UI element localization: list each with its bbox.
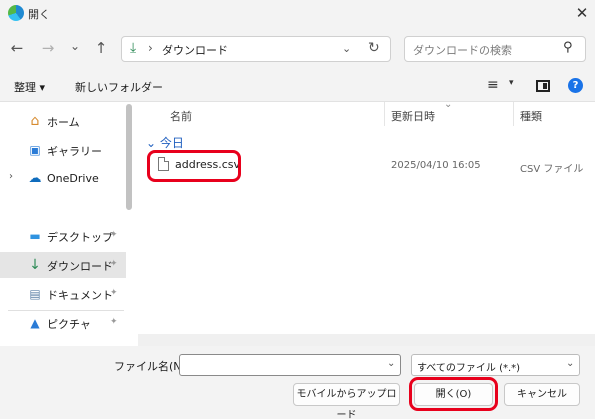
sidebar-scrollbar[interactable] — [126, 104, 132, 210]
refresh-icon[interactable]: ↻ — [368, 40, 380, 56]
view-dropdown-icon[interactable]: ▾ — [509, 78, 514, 88]
forward-arrow-icon[interactable]: → — [37, 37, 59, 59]
document-icon: ▤ — [29, 287, 41, 301]
expand-chevron-icon[interactable]: › — [9, 171, 13, 182]
up-arrow-icon[interactable]: ↑ — [90, 37, 112, 59]
sidebar-item-home[interactable]: ⌂ ホーム — [0, 108, 126, 134]
new-folder-button[interactable]: 新しいフォルダー — [75, 79, 163, 95]
edge-browser-icon — [8, 5, 24, 21]
breadcrumb-chevron-icon[interactable]: › — [148, 41, 153, 55]
pin-icon: ✦ — [110, 259, 118, 269]
sidebar-item-label: デスクトップ — [47, 231, 113, 244]
recent-locations-icon[interactable]: ⌄ — [64, 35, 86, 57]
pin-icon: ✦ — [110, 230, 118, 240]
gallery-icon: ▣ — [29, 143, 41, 157]
filename-field[interactable]: ⌄ — [179, 354, 401, 376]
view-options-icon[interactable]: ≡ — [487, 77, 499, 93]
file-type: CSV ファイル — [520, 164, 584, 175]
pin-icon: ✦ — [110, 317, 118, 327]
download-icon: ⤓ — [130, 40, 137, 56]
sidebar-item-pictures[interactable]: ▲ ピクチャ ✦ — [0, 310, 126, 336]
sidebar-item-gallery[interactable]: ▣ ギャラリー — [0, 137, 126, 163]
sidebar-item-label: ホーム — [47, 116, 80, 129]
search-input[interactable]: ダウンロードの検索 ⚲ — [404, 36, 586, 62]
picture-icon: ▲ — [30, 316, 40, 330]
home-icon: ⌂ — [30, 113, 40, 129]
cancel-button[interactable]: キャンセル — [504, 383, 580, 406]
window-title: 開く — [28, 8, 50, 21]
upload-from-mobile-button[interactable]: モバイルからアップロード — [293, 383, 400, 419]
horizontal-scrollbar[interactable] — [138, 334, 595, 346]
file-list: 名前 ⌄ 更新日時 種類 ⌄ 今日 address.csv 2025/04/10… — [138, 99, 595, 334]
column-header-name[interactable]: 名前 — [170, 102, 192, 128]
breadcrumb-location[interactable]: ダウンロード — [162, 42, 228, 58]
search-icon[interactable]: ⚲ — [563, 40, 573, 55]
filetype-value: すべてのファイル (*.*) — [417, 363, 521, 374]
organize-menu[interactable]: 整理 ▾ — [14, 79, 45, 95]
pin-icon: ✦ — [110, 288, 118, 298]
filetype-dropdown-icon[interactable]: ⌄ — [566, 358, 574, 369]
navigation-pane: ⌂ ホーム ▣ ギャラリー › ☁ OneDrive ▬ デスクトップ ✦ ↓ … — [0, 102, 132, 346]
file-modified: 2025/04/10 16:05 — [391, 160, 481, 171]
highlight-open-annotation — [409, 377, 498, 411]
column-header-modified[interactable]: 更新日時 — [391, 102, 435, 128]
group-header-today[interactable]: ⌄ 今日 — [146, 134, 184, 151]
sidebar-item-label: ドキュメント — [47, 289, 113, 302]
desktop-icon: ▬ — [29, 229, 41, 243]
sidebar-item-label: ギャラリー — [47, 145, 102, 158]
sidebar-item-label: OneDrive — [47, 172, 99, 185]
command-toolbar: 整理 ▾ 新しいフォルダー ≡ ▾ ? — [0, 70, 595, 102]
address-bar[interactable]: ⤓ › ダウンロード ⌄ ↻ — [121, 36, 391, 62]
filetype-select[interactable]: すべてのファイル (*.*) ⌄ — [411, 354, 580, 376]
highlight-file-annotation — [147, 150, 241, 182]
sort-indicator-icon: ⌄ — [444, 99, 453, 110]
filename-dropdown-icon[interactable]: ⌄ — [387, 358, 395, 369]
close-button[interactable]: ✕ — [572, 3, 592, 23]
download-icon: ↓ — [29, 257, 41, 273]
column-divider[interactable] — [384, 102, 385, 126]
sidebar-item-downloads[interactable]: ↓ ダウンロード ✦ — [0, 252, 126, 278]
sidebar-item-desktop[interactable]: ▬ デスクトップ ✦ — [0, 223, 126, 249]
column-divider[interactable] — [513, 102, 514, 126]
column-header-type[interactable]: 種類 — [520, 102, 542, 128]
sidebar-item-onedrive[interactable]: › ☁ OneDrive — [0, 166, 126, 192]
sidebar-item-label: ピクチャ — [47, 318, 91, 331]
search-placeholder: ダウンロードの検索 — [413, 44, 512, 57]
cloud-icon: ☁ — [28, 171, 42, 186]
dialog-footer: ファイル名(N): ⌄ すべてのファイル (*.*) ⌄ モバイルからアップロー… — [0, 346, 595, 419]
sidebar-item-label: ダウンロード — [47, 260, 113, 273]
sidebar-item-documents[interactable]: ▤ ドキュメント ✦ — [0, 281, 126, 307]
address-dropdown-icon[interactable]: ⌄ — [342, 42, 351, 55]
preview-pane-icon[interactable] — [536, 80, 550, 92]
title-bar: 開く ✕ — [0, 0, 595, 26]
help-icon[interactable]: ? — [568, 78, 583, 93]
back-arrow-icon[interactable]: ← — [6, 37, 28, 59]
